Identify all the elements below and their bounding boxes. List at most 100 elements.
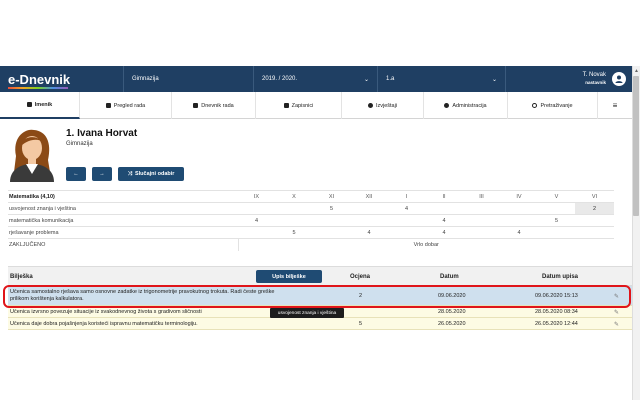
nav-item-label: Pregled rada [113, 102, 146, 109]
add-note-button[interactable]: Upis bilješke [256, 270, 322, 283]
scroll-up-icon[interactable]: ▲ [634, 68, 639, 74]
notes-header-date: Datum [440, 274, 459, 280]
user-name: T. Novak [582, 72, 606, 78]
chevron-down-icon: ⌄ [491, 76, 497, 83]
nav-item-izvjestaji[interactable]: Izvještaji [342, 92, 424, 119]
grade-cell[interactable]: 2 [575, 202, 614, 215]
grade-cell[interactable] [238, 202, 275, 215]
month-header: V [538, 190, 575, 203]
selected-row-highlight [3, 285, 631, 308]
nav-item-dnevnik-rada[interactable]: Dnevnik rada [172, 92, 256, 119]
grades-header-row: Matematika (4,10) IX X XI XII I II III I… [8, 190, 614, 203]
grade-cell[interactable] [538, 226, 575, 239]
next-student-button[interactable]: → [92, 167, 112, 181]
nav-item-label: Imenik [34, 101, 53, 108]
nav-item-imenik[interactable]: Imenik [0, 92, 80, 119]
arrow-left-icon: ← [73, 171, 79, 177]
grade-cell[interactable]: 4 [388, 202, 425, 215]
month-header: II [425, 190, 463, 203]
notes-header: Bilješka Upis bilješke Ocjena Datum Datu… [8, 266, 632, 286]
class-select[interactable]: 1.a ⌄ [378, 66, 506, 92]
pencil-icon[interactable]: ✎ [614, 309, 619, 316]
random-pick-label: Slučajni odabir [134, 171, 175, 177]
grade-cell[interactable]: 5 [538, 214, 575, 227]
grade-row: usvojenost znanja i vještina 5 4 2 [8, 202, 614, 215]
notes-header-entry-date: Datum upisa [542, 274, 579, 280]
note-grade: 5 [359, 320, 363, 327]
note-entry-date: 26.05.2020 12:44 [535, 320, 578, 327]
chevron-down-icon: ⌄ [363, 76, 369, 83]
grade-row: rješavanje problema 5 4 4 4 [8, 226, 614, 239]
prev-student-button[interactable]: ← [66, 167, 86, 181]
final-grade-label: ZAKLJUČENO [8, 238, 238, 251]
random-pick-button[interactable]: ⤨ Slučajni odabir [118, 167, 184, 181]
grade-cell[interactable] [463, 214, 500, 227]
main-nav: Imenik Pregled rada Dnevnik rada Zapisni… [0, 92, 632, 119]
grade-cell[interactable]: 5 [275, 226, 313, 239]
pencil-icon[interactable]: ✎ [614, 321, 619, 328]
grade-cell[interactable] [388, 226, 425, 239]
grade-cell[interactable] [500, 202, 538, 215]
student-avatar [6, 126, 58, 182]
grade-cell[interactable] [388, 214, 425, 227]
app-title: e-Dnevnik [8, 71, 71, 87]
shuffle-icon: ⤨ [127, 170, 132, 177]
grade-cell[interactable] [350, 214, 388, 227]
grade-cell[interactable] [275, 214, 313, 227]
grade-cell[interactable] [500, 214, 538, 227]
grade-cell[interactable] [463, 202, 500, 215]
nav-item-administracija[interactable]: Administracija [424, 92, 508, 119]
final-grade-row: ZAKLJUČENO Vrlo dobar [8, 238, 614, 251]
grade-cell[interactable]: 4 [425, 226, 463, 239]
user-icon[interactable] [612, 72, 626, 86]
grade-cell[interactable] [463, 226, 500, 239]
grade-cell[interactable]: 4 [425, 214, 463, 227]
grade-cell[interactable]: 4 [238, 214, 275, 227]
grade-cell[interactable] [275, 202, 313, 215]
student-school: Gimnazija [66, 141, 93, 147]
nav-item-label: Pretraživanje [540, 102, 573, 109]
grade-row-label: usvojenost znanja i vještina [8, 202, 238, 215]
grade-tooltip: usvojenost znanja i vještina [270, 308, 344, 318]
pie-chart-icon [367, 103, 373, 108]
note-date: 28.05.2020 [438, 308, 466, 315]
grade-cell[interactable] [350, 202, 388, 215]
grade-cell[interactable] [238, 226, 275, 239]
note-row[interactable]: Učenica daje dobra pojašnjenja koristeći… [8, 318, 632, 330]
grade-cell[interactable] [575, 226, 614, 239]
year-select-value: 2019. / 2020. [262, 76, 298, 82]
grade-cell[interactable] [538, 202, 575, 215]
scrollbar-thumb[interactable] [633, 76, 639, 216]
school-select-value: Gimnazija [132, 76, 159, 82]
final-grade-value[interactable]: Vrlo dobar [237, 238, 614, 251]
month-header: I [388, 190, 425, 203]
user-info: T. Novak nastavnik [583, 72, 606, 86]
nav-item-zapisnici[interactable]: Zapisnici [256, 92, 342, 119]
grade-cell[interactable] [313, 226, 350, 239]
document-icon [105, 103, 111, 108]
grade-cell[interactable] [575, 214, 614, 227]
nav-item-pretrazivanje[interactable]: Pretraživanje [508, 92, 598, 119]
grade-cell[interactable]: 4 [350, 226, 388, 239]
nav-item-label: Izvještaji [375, 102, 398, 109]
briefcase-icon [283, 103, 289, 108]
subject-label: Matematika (4,10) [8, 190, 238, 203]
hamburger-icon[interactable]: ≡ [598, 92, 632, 119]
arrow-right-icon: → [99, 171, 105, 177]
grade-cell[interactable]: 5 [313, 202, 350, 215]
grade-cell[interactable]: 4 [500, 226, 538, 239]
notes-header-note: Bilješka [10, 274, 33, 280]
notes-header-grade: Ocjena [350, 274, 371, 280]
year-select[interactable]: 2019. / 2020. ⌄ [254, 66, 378, 92]
nav-item-label: Administracija [452, 102, 487, 109]
grade-cell[interactable] [313, 214, 350, 227]
nav-item-pregled-rada[interactable]: Pregled rada [80, 92, 172, 119]
month-header: VI [575, 190, 614, 203]
app-logo[interactable]: e-Dnevnik [0, 66, 124, 92]
notebook-icon [193, 103, 199, 108]
school-select[interactable]: Gimnazija [124, 66, 254, 92]
grades-table: Matematika (4,10) IX X XI XII I II III I… [8, 190, 614, 251]
user-menu[interactable]: T. Novak nastavnik [506, 66, 632, 92]
grade-cell[interactable] [425, 202, 463, 215]
grade-row-label: rješavanje problema [8, 226, 238, 239]
